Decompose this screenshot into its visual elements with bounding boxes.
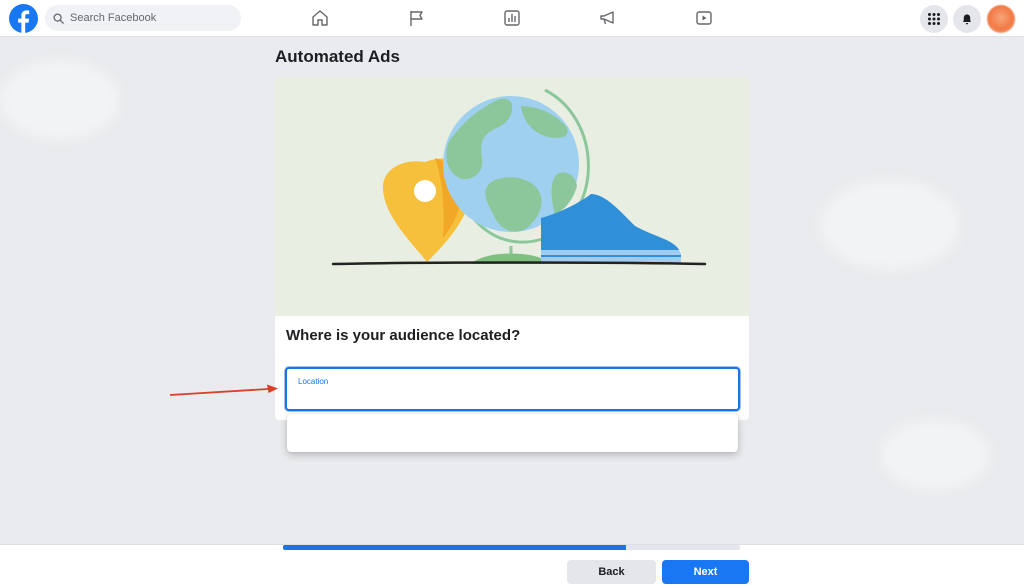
globe-pin-shoe-illustration (331, 88, 707, 266)
top-navigation-bar (0, 0, 1024, 37)
megaphone-icon[interactable] (597, 7, 619, 29)
location-input[interactable] (297, 390, 727, 406)
facebook-f-icon (18, 10, 30, 33)
footer-bar (0, 544, 1024, 588)
back-button[interactable]: Back (567, 560, 656, 584)
flag-icon[interactable] (406, 7, 428, 29)
location-label: Location (298, 377, 329, 386)
background-blur (0, 60, 120, 140)
hero-illustration (275, 78, 749, 316)
avatar[interactable] (987, 5, 1015, 33)
location-suggestions-dropdown[interactable] (287, 414, 738, 452)
search-box[interactable] (45, 5, 241, 31)
page-title: Automated Ads (275, 47, 400, 66)
notifications-bell-icon[interactable] (953, 5, 981, 33)
audience-location-question: Where is your audience located? (286, 327, 521, 344)
background-blur (880, 420, 990, 490)
search-input[interactable] (70, 12, 230, 24)
background-blur (820, 180, 960, 270)
insights-icon[interactable] (501, 7, 523, 29)
annotation-arrow-icon (169, 384, 278, 396)
video-icon[interactable] (693, 7, 715, 29)
facebook-logo[interactable] (9, 4, 38, 33)
progress-bar (283, 545, 740, 550)
home-icon[interactable] (309, 7, 331, 29)
menu-grid-icon[interactable] (920, 5, 948, 33)
search-icon (53, 12, 64, 24)
progress-fill (283, 545, 626, 550)
location-field[interactable]: Location (285, 367, 740, 411)
next-button[interactable]: Next (662, 560, 749, 584)
